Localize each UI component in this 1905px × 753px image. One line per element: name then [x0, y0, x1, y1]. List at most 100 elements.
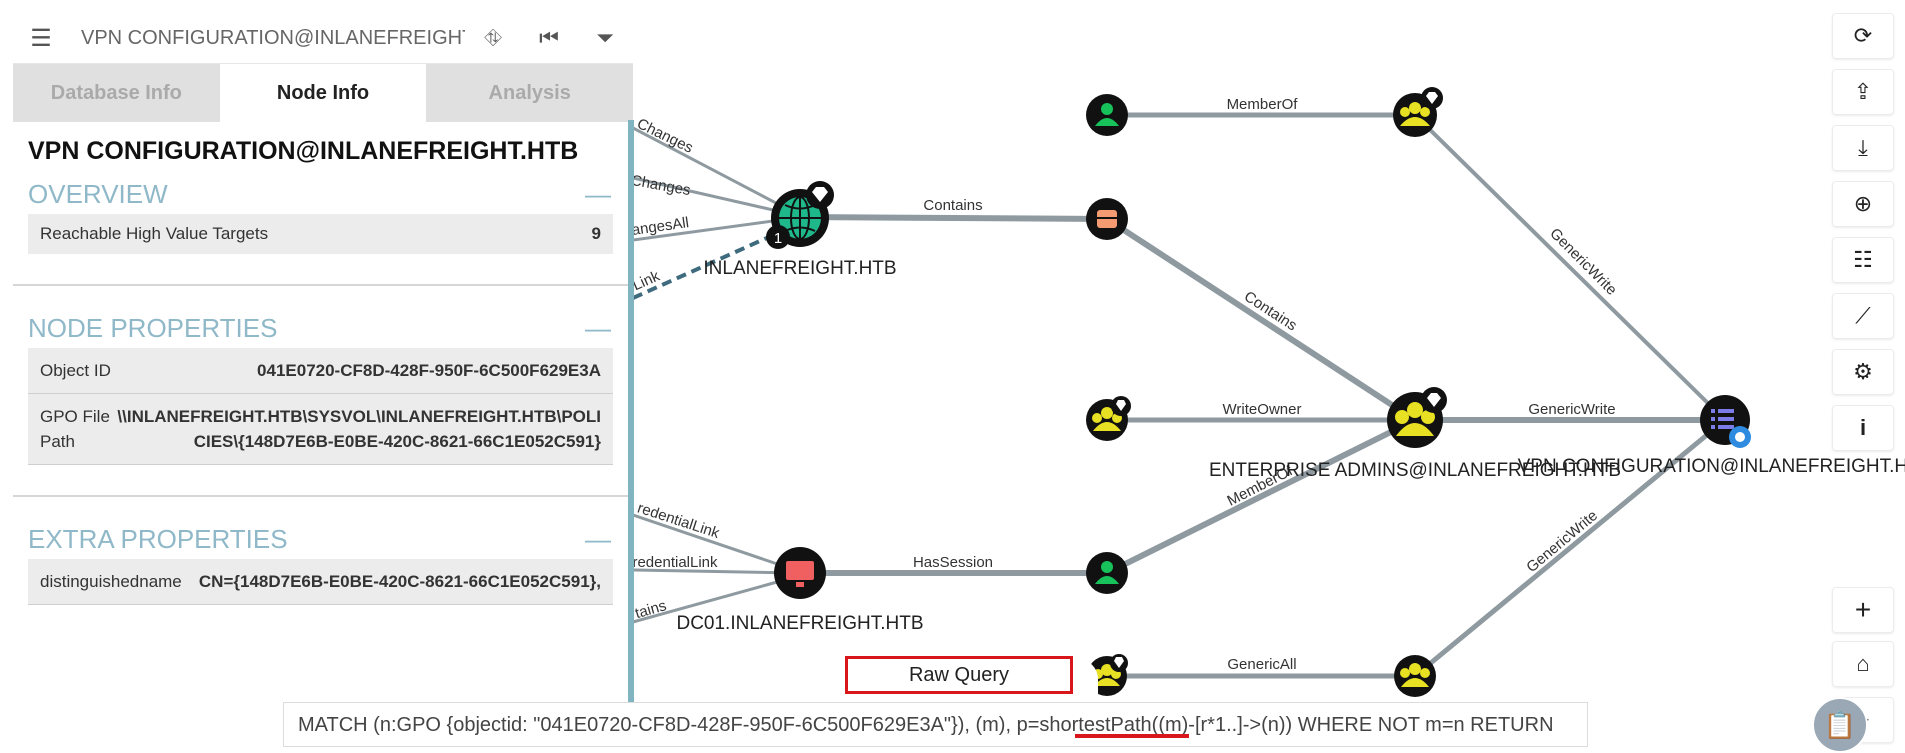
svg-text:VPN CONFIGURATION@INLANEFREIGH: VPN CONFIGURATION@INLANEFREIGHT.HTB — [1518, 456, 1905, 477]
edge-label-contains-1: Contains — [923, 197, 982, 214]
svg-text:tains: tains — [633, 597, 668, 622]
node-properties-header[interactable]: NODE PROPERTIES — — [28, 308, 613, 348]
svg-text:Changes: Changes — [634, 115, 695, 157]
panel-tabs: Database Info Node Info Analysis — [13, 64, 633, 122]
enterprise-admins-node[interactable] — [1387, 387, 1447, 448]
checklist-icon[interactable]: ☷ — [1832, 237, 1894, 283]
settings-icon[interactable]: ⚙ — [1832, 349, 1894, 395]
group-node-bottom[interactable] — [1394, 655, 1436, 697]
tab-database-info[interactable]: Database Info — [13, 64, 220, 122]
svg-text:INLANEFREIGHT.HTB: INLANEFREIGHT.HTB — [703, 258, 896, 279]
collapse-icon[interactable]: — — [585, 313, 611, 344]
refresh-icon[interactable]: ⟳ — [1832, 13, 1894, 59]
search-bar: ☰ VPN CONFIGURATION@INLANEFREIGHT.HTB ⛗ … — [13, 13, 633, 64]
overview-row[interactable]: Reachable High Value Targets 9 — [28, 214, 613, 254]
computer-node[interactable] — [774, 547, 826, 599]
edge-label-changes-1: Changes — [634, 115, 695, 157]
tab-analysis[interactable]: Analysis — [426, 64, 633, 122]
svg-text:GenericWrite: GenericWrite — [1546, 225, 1620, 299]
divider — [13, 284, 633, 286]
zoom-in-icon[interactable]: + — [1832, 587, 1894, 633]
filter-icon[interactable]: ⏷ — [577, 25, 633, 51]
home-icon[interactable]: ⌂ — [1832, 641, 1894, 687]
svg-text:GenericWrite: GenericWrite — [1523, 507, 1601, 576]
property-row-object-id: Object ID 041E0720-CF8D-428F-950F-6C500F… — [28, 348, 613, 394]
svg-text:Changes: Changes — [630, 172, 692, 199]
edge-label-hassession: HasSession — [913, 554, 993, 571]
svg-text:WriteOwner: WriteOwner — [1223, 401, 1302, 418]
svg-text:GenericWrite: GenericWrite — [1528, 401, 1615, 418]
label-vpn-config: VPN CONFIGURATION@INLANEFREIGHT.HTB — [1518, 456, 1905, 477]
overview-heading: OVERVIEW — [28, 178, 168, 209]
user-node-session[interactable] — [1086, 552, 1128, 594]
group-node-top[interactable] — [1393, 87, 1443, 137]
svg-text:redentialLink: redentialLink — [632, 554, 718, 571]
edge-memberof-user-ea[interactable] — [1105, 417, 1417, 576]
chart-icon[interactable]: ⟋ — [1832, 293, 1894, 339]
group-icon — [1407, 402, 1423, 418]
svg-text:Contains: Contains — [923, 197, 982, 214]
extra-properties-heading: EXTRA PROPERTIES — [28, 523, 288, 554]
user-node-top[interactable] — [1086, 94, 1128, 136]
info-icon[interactable]: i — [1832, 405, 1894, 451]
edge-contains-domain-ou[interactable] — [799, 214, 1108, 222]
back-icon[interactable]: ⏮ — [521, 25, 577, 51]
collapse-icon[interactable]: — — [585, 179, 611, 210]
panel-resize-handle[interactable] — [628, 120, 634, 747]
node-properties-heading: NODE PROPERTIES — [28, 312, 278, 343]
highlight-underline — [1075, 734, 1189, 738]
vpn-gpo-node[interactable] — [1700, 395, 1751, 448]
tab-node-info[interactable]: Node Info — [219, 64, 427, 122]
group-node-writeowner[interactable] — [1086, 396, 1131, 441]
search-input[interactable]: VPN CONFIGURATION@INLANEFREIGHT.HTB — [81, 27, 465, 50]
svg-text:HasSession: HasSession — [913, 554, 993, 571]
edge-label-genericwrite-mid: GenericWrite — [1528, 401, 1615, 418]
node-info-panel: ☰ VPN CONFIGURATION@INLANEFREIGHT.HTB ⛗ … — [13, 13, 633, 747]
property-row-dn: distinguishedname CN={148D7E6B-E0BE-420C… — [28, 559, 613, 605]
edge-label-genericwrite-top: GenericWrite — [1546, 225, 1620, 299]
collapse-icon[interactable]: — — [585, 524, 611, 555]
upload-icon[interactable]: ⇪ — [1832, 69, 1894, 115]
overview-header[interactable]: OVERVIEW — — [28, 174, 613, 214]
user-icon — [1101, 103, 1113, 115]
row-label: Reachable High Value Targets — [40, 224, 269, 243]
node-info-content: VPN CONFIGURATION@INLANEFREIGHT.HTB OVER… — [13, 137, 633, 605]
clipboard-icon[interactable]: 📋 — [1812, 697, 1868, 753]
edge-label-credentiallink-2: redentialLink — [632, 554, 718, 571]
extra-properties-header[interactable]: EXTRA PROPERTIES — — [28, 519, 613, 559]
download-icon[interactable]: ⤓ — [1832, 125, 1894, 171]
property-key: distinguishedname — [40, 572, 182, 591]
property-row-gpo-path: GPO File Path \\INLANEFREIGHT.HTB\SYSVOL… — [28, 394, 613, 465]
monitor-icon — [786, 561, 814, 580]
edge-label-link: Link — [630, 267, 663, 294]
edge-genericwrite-top[interactable] — [1413, 113, 1727, 422]
divider — [13, 495, 633, 497]
property-value: CN={148D7E6B-E0BE-420C-8621-66C1E052C591… — [198, 572, 601, 591]
label-domain: INLANEFREIGHT.HTB — [703, 258, 896, 279]
edge-label-writeowner: WriteOwner — [1223, 401, 1302, 418]
svg-text:Link: Link — [630, 267, 663, 294]
raw-query-input[interactable]: MATCH (n:GPO {objectid: "041E0720-CF8D-4… — [283, 702, 1588, 747]
hamburger-icon[interactable]: ☰ — [21, 24, 61, 53]
svg-text:DC01.INLANEFREIGHT.HTB: DC01.INLANEFREIGHT.HTB — [676, 613, 923, 634]
property-value: 041E0720-CF8D-428F-950F-6C500F629E3A — [257, 361, 601, 380]
ou-node[interactable] — [1086, 198, 1128, 240]
domain-node[interactable]: 1 — [766, 181, 834, 249]
path-finding-icon[interactable]: ⛗ — [465, 25, 521, 51]
edge-contains-ou-ea[interactable] — [1105, 216, 1417, 423]
edge-label-contains-left: tains — [633, 597, 668, 622]
edge-label-genericall: GenericAll — [1227, 656, 1296, 673]
raw-query-label[interactable]: Raw Query — [845, 656, 1073, 694]
upload-circle-icon[interactable]: ⊕ — [1832, 181, 1894, 227]
list-icon — [1711, 409, 1734, 429]
edge-label-changes-2: Changes — [630, 172, 692, 199]
user-icon — [1101, 561, 1113, 573]
group-icon — [1409, 102, 1421, 114]
svg-text:GenericAll: GenericAll — [1227, 656, 1296, 673]
edge-label-memberof-top: MemberOf — [1227, 96, 1299, 113]
group-icon — [1409, 663, 1421, 675]
property-key: Object ID — [40, 361, 111, 380]
row-value: 9 — [591, 224, 601, 243]
group-icon — [1101, 407, 1113, 419]
edge-label-genericwrite-bottom: GenericWrite — [1523, 507, 1601, 576]
